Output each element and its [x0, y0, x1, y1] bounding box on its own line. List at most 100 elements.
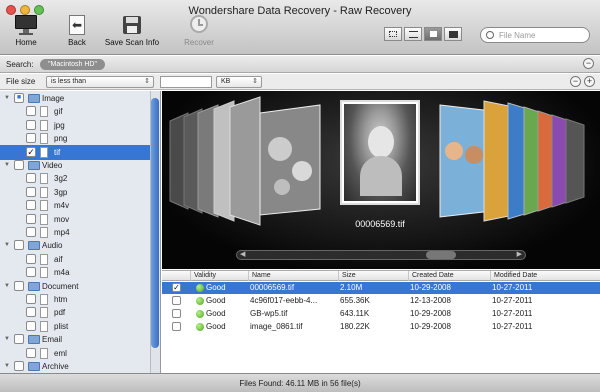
tree-checkbox[interactable] [14, 280, 24, 291]
folder-icon [28, 335, 40, 345]
row-checkbox[interactable] [172, 309, 181, 318]
icon-view-button[interactable] [384, 27, 402, 41]
table-row[interactable]: ✓ Good 00006569.tif 2.10M 10-29-2008 10-27-20… [162, 282, 600, 294]
row-checkbox[interactable] [172, 322, 181, 331]
table-row[interactable]: Good 4c96f017-eebb-4... 655.36K 12-13-2008 1… [162, 295, 600, 307]
grid-view-icon [389, 31, 397, 37]
back-button[interactable]: ⬅ Back [62, 15, 92, 53]
cell-modified: 10-27-2011 [492, 283, 533, 292]
search-icon [486, 31, 494, 39]
good-status-icon [196, 310, 204, 318]
save-scan-info-button[interactable]: Save Scan Info [104, 15, 160, 53]
cell-size: 655.36K [340, 296, 370, 305]
tree-label: Archive [42, 362, 69, 371]
file-name-search-input[interactable] [499, 30, 585, 41]
cell-created: 10-29-2008 [410, 309, 451, 318]
good-status-icon [196, 284, 204, 292]
folder-icon [28, 94, 40, 103]
folder-icon [28, 281, 40, 291]
minus-icon: − [585, 58, 592, 68]
file-name-search[interactable] [480, 27, 590, 43]
cell-name: 00006569.tif [250, 283, 295, 292]
folder-icon [28, 362, 40, 371]
scroll-left-icon[interactable]: ◀ [240, 251, 245, 259]
tree-checkbox[interactable] [26, 227, 36, 237]
toolbar: Wondershare Data Recovery - Raw Recovery… [0, 0, 600, 55]
folder-icon [28, 241, 40, 251]
coverflow-scrollbar-thumb[interactable] [426, 251, 456, 259]
file-icon [40, 267, 48, 279]
save-scan-info-label: Save Scan Info [104, 38, 160, 47]
row-checkbox[interactable] [172, 296, 181, 305]
tree-checkbox[interactable] [26, 106, 36, 117]
recover-button[interactable]: Recover [182, 15, 216, 53]
filter-field-label: File size [6, 77, 36, 86]
coverflow-view-button[interactable] [424, 27, 442, 41]
column-modified-date[interactable]: Modified Date [490, 271, 600, 281]
tree-scrollbar-thumb[interactable] [151, 98, 159, 348]
minus-icon: − [572, 76, 579, 86]
tree-checkbox[interactable]: ■ [14, 93, 24, 103]
tree-checkbox[interactable] [14, 240, 24, 251]
file-icon [40, 146, 48, 158]
filter-value-input[interactable] [160, 76, 212, 88]
focused-file-name: 00006569.tif [355, 219, 405, 229]
tree-checkbox[interactable] [26, 307, 36, 318]
cell-name: image_0861.tif [250, 322, 303, 331]
search-scope-token[interactable]: "Macintosh HD" [40, 59, 105, 70]
list-view-button[interactable] [404, 27, 422, 41]
home-button[interactable]: Home [8, 15, 44, 53]
focused-thumbnail-image [344, 104, 416, 201]
folder-icon [28, 161, 40, 170]
column-size[interactable]: Size [338, 271, 408, 281]
file-icon [40, 320, 48, 332]
coverflow-scrollbar[interactable]: ◀ ▶ [236, 250, 526, 260]
status-bar: Files Found: 46.11 MB in 56 file(s) [0, 373, 600, 392]
table-row[interactable]: Good image_0861.tif 180.22K 10-29-2008 10-27… [162, 321, 600, 333]
tree-checkbox[interactable] [26, 186, 36, 197]
filter-row: File size is less than KB − + [0, 74, 600, 90]
column-name[interactable]: Name [248, 271, 340, 281]
cell-modified: 10-27-2011 [492, 309, 533, 318]
file-icon [40, 347, 48, 359]
coverflow-view-icon [430, 31, 437, 37]
row-checkbox[interactable]: ✓ [172, 283, 181, 292]
column-validity[interactable]: Validity [190, 271, 248, 281]
cell-created: 12-13-2008 [410, 296, 451, 305]
file-icon [40, 119, 48, 131]
scroll-right-icon[interactable]: ▶ [517, 251, 522, 259]
disclosure-triangle-icon[interactable]: ▼ [4, 359, 10, 373]
tree-checkbox[interactable] [26, 133, 36, 144]
filter-unit-select[interactable]: KB [216, 76, 262, 88]
tree-checkbox[interactable] [26, 119, 36, 130]
tree-folder-archive[interactable]: ▼ Archive [0, 359, 150, 373]
cell-name: GB-wp5.tif [250, 309, 288, 318]
tree-checkbox[interactable] [26, 200, 36, 211]
filter-operator-select[interactable]: is less than [46, 76, 154, 88]
tree-checkbox[interactable]: ✓ [26, 146, 36, 157]
cell-modified: 10-27-2011 [492, 322, 533, 331]
tree-checkbox[interactable] [14, 160, 24, 170]
column-created-date[interactable]: Created Date [408, 271, 490, 281]
tree-checkbox[interactable] [26, 213, 36, 224]
tree-checkbox[interactable] [14, 361, 24, 371]
tree-checkbox[interactable] [14, 334, 24, 345]
tree-checkbox[interactable] [26, 253, 36, 264]
remove-search-button[interactable]: − [583, 58, 594, 69]
file-icon [40, 173, 48, 185]
table-row[interactable]: Good GB-wp5.tif 643.11K 10-29-2008 10-27-201… [162, 308, 600, 320]
tree-checkbox[interactable] [26, 294, 36, 304]
tree-checkbox[interactable] [26, 267, 36, 278]
good-status-icon [196, 323, 204, 331]
cell-created: 10-29-2008 [410, 322, 451, 331]
remove-filter-button[interactable]: − [570, 76, 581, 87]
cell-name: 4c96f017-eebb-4... [250, 296, 318, 305]
recover-label: Recover [184, 38, 214, 47]
tree-checkbox[interactable] [26, 320, 36, 331]
add-filter-button[interactable]: + [584, 76, 595, 87]
column-view-icon [449, 31, 458, 38]
tree-checkbox[interactable] [26, 347, 36, 358]
tree-checkbox[interactable] [26, 173, 36, 184]
column-view-button[interactable] [444, 27, 462, 41]
cell-validity: Good [206, 322, 226, 331]
